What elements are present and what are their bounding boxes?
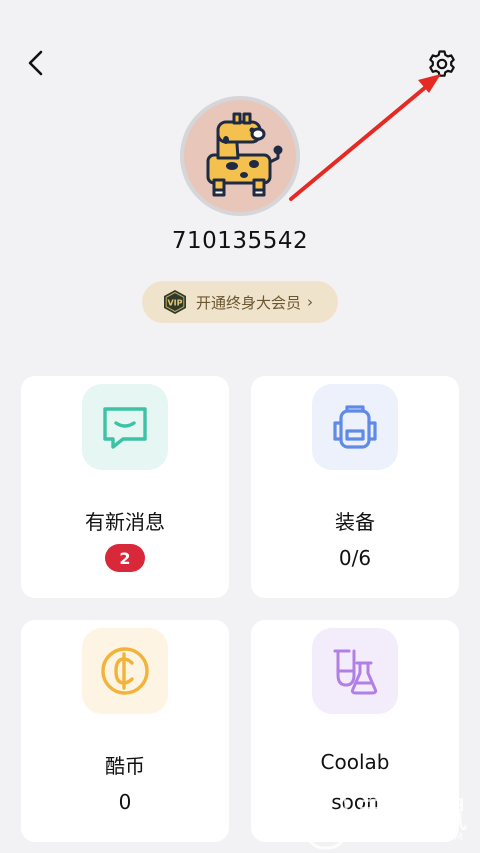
flask-icon bbox=[333, 649, 378, 695]
backpack-icon bbox=[333, 405, 377, 449]
coolab-status: soon bbox=[331, 790, 379, 814]
coins-card[interactable]: 酷币 0 bbox=[21, 620, 229, 842]
message-icon-box bbox=[82, 384, 168, 470]
card-title: 酷币 bbox=[105, 754, 145, 778]
user-id[interactable]: 710135542 bbox=[0, 228, 480, 254]
avatar[interactable] bbox=[180, 96, 300, 216]
card-title: Coolab bbox=[320, 750, 390, 774]
unread-count-badge: 2 bbox=[105, 544, 145, 572]
messages-card[interactable]: 有新消息 2 bbox=[21, 376, 229, 598]
vip-label: 开通终身大会员 bbox=[196, 293, 302, 312]
svg-text:VIP: VIP bbox=[167, 299, 182, 308]
giraffe-avatar bbox=[184, 100, 296, 212]
equipment-card[interactable]: 装备 0/6 bbox=[251, 376, 459, 598]
vip-badge-icon: VIP bbox=[164, 290, 186, 314]
coin-icon bbox=[101, 647, 149, 695]
flask-icon-box bbox=[312, 628, 398, 714]
equipment-count: 0/6 bbox=[338, 546, 372, 570]
card-title: 有新消息 bbox=[85, 510, 165, 534]
coolab-card[interactable]: Coolab soon bbox=[251, 620, 459, 842]
settings-button[interactable] bbox=[426, 48, 458, 80]
chevron-right-icon: › bbox=[307, 293, 314, 311]
gear-icon bbox=[429, 50, 455, 77]
card-title: 装备 bbox=[335, 510, 375, 534]
vip-membership-button[interactable]: VIP 开通终身大会员 › bbox=[142, 281, 338, 323]
giraffe-icon bbox=[206, 112, 283, 197]
back-button[interactable] bbox=[22, 48, 52, 78]
message-icon bbox=[103, 407, 147, 449]
backpack-icon-box bbox=[312, 384, 398, 470]
chevron-left-icon bbox=[28, 50, 43, 76]
coin-icon-box bbox=[82, 628, 168, 714]
coin-balance: 0 bbox=[118, 790, 132, 814]
